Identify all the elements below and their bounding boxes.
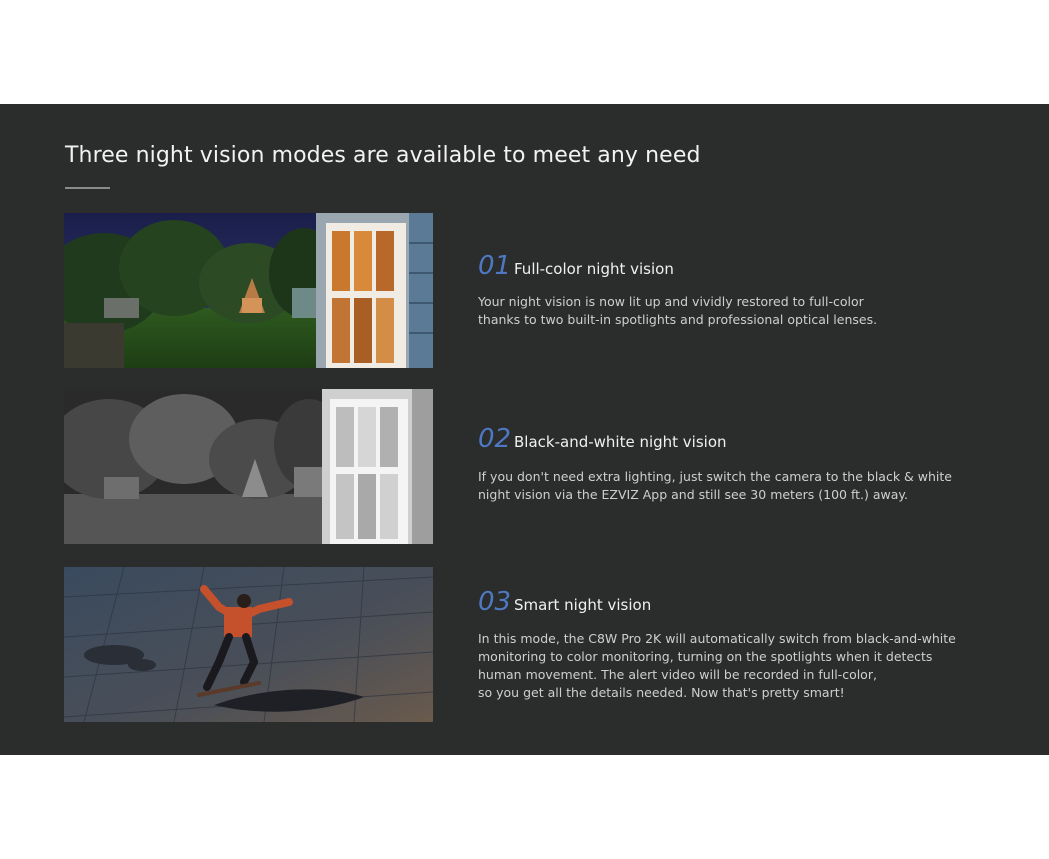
black-and-white-night-scene-image xyxy=(64,389,433,544)
feature-number-03: 03 xyxy=(478,587,512,617)
description-line: night vision via the EZVIZ App and still… xyxy=(478,487,909,502)
feature-description-full-color: Your night vision is now lit up and vivi… xyxy=(478,293,938,329)
full-color-night-scene-image xyxy=(64,213,433,368)
feature-title-black-and-white: Black-and-white night vision xyxy=(514,433,727,451)
section-heading: Three night vision modes are available t… xyxy=(65,143,701,168)
description-line: monitoring to color monitoring, turning … xyxy=(478,649,933,664)
description-line: human movement. The alert video will be … xyxy=(478,667,877,682)
feature-number-02: 02 xyxy=(478,424,512,454)
description-line: If you don't need extra lighting, just s… xyxy=(478,469,952,484)
skateboarder-night-image xyxy=(64,567,433,722)
feature-title-smart: Smart night vision xyxy=(514,596,652,614)
feature-title-full-color: Full-color night vision xyxy=(514,260,674,278)
feature-description-black-and-white: If you don't need extra lighting, just s… xyxy=(478,468,952,504)
description-line: Your night vision is now lit up and vivi… xyxy=(478,294,864,309)
description-line: In this mode, the C8W Pro 2K will automa… xyxy=(478,631,956,646)
feature-number-01: 01 xyxy=(478,251,512,281)
description-line: thanks to two built-in spotlights and pr… xyxy=(478,312,878,327)
description-line: so you get all the details needed. Now t… xyxy=(478,685,845,700)
feature-description-smart: In this mode, the C8W Pro 2K will automa… xyxy=(478,630,956,702)
heading-underline xyxy=(65,187,110,189)
